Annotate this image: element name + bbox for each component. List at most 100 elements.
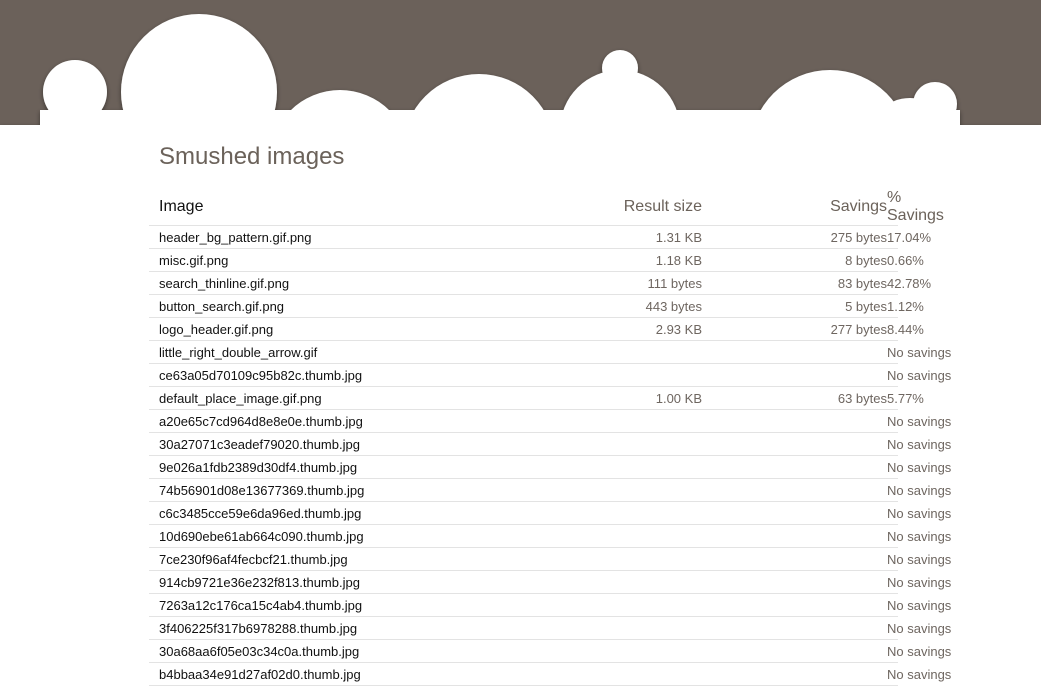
cell-result-size [554, 593, 702, 617]
cell-pct-savings: No savings [887, 524, 951, 548]
cell-savings [702, 616, 887, 640]
cell-image: 74b56901d08e13677369.thumb.jpg [149, 478, 554, 502]
smushed-images-table: Image Result size Savings % Savings head… [149, 189, 951, 686]
cell-image: logo_header.gif.png [149, 317, 554, 341]
cell-result-size [554, 432, 702, 456]
cell-pct-savings: 5.77% [887, 386, 924, 410]
cell-pct-savings: No savings [887, 593, 951, 617]
cell-savings: 275 bytes [702, 225, 887, 249]
cell-result-size [554, 340, 702, 364]
cell-result-size [554, 524, 702, 548]
cell-savings [702, 501, 887, 525]
cell-image: 7ce230f96af4fecbcf21.thumb.jpg [149, 547, 554, 571]
cell-pct-savings: 0.66% [887, 248, 924, 272]
cell-result-size [554, 409, 702, 433]
cell-result-size: 1.18 KB [554, 248, 702, 272]
cell-pct-savings: No savings [887, 432, 951, 456]
cell-result-size [554, 570, 702, 594]
table-row: button_search.gif.png 443 bytes 5 bytes 1.1… [149, 294, 924, 318]
cell-savings [702, 639, 887, 663]
cell-savings [702, 363, 887, 387]
table-row: 7263a12c176ca15c4ab4.thumb.jpg No savings [149, 593, 951, 617]
cell-pct-savings: 42.78% [887, 271, 931, 295]
cell-image: b4bbaa34e91d27af02d0.thumb.jpg [149, 662, 554, 686]
table-row: 30a27071c3eadef79020.thumb.jpg No savings [149, 432, 951, 456]
table-row: c6c3485cce59e6da96ed.thumb.jpg No savings [149, 501, 951, 525]
cell-savings [702, 409, 887, 433]
table-row: 3f406225f317b6978288.thumb.jpg No savings [149, 616, 951, 640]
page-title: Smushed images [159, 143, 345, 170]
cell-pct-savings: No savings [887, 501, 951, 525]
cell-image: 30a27071c3eadef79020.thumb.jpg [149, 432, 554, 456]
cell-image: 10d690ebe61ab664c090.thumb.jpg [149, 524, 554, 548]
cell-pct-savings: No savings [887, 570, 951, 594]
column-header-savings: Savings [702, 189, 887, 226]
cell-result-size [554, 501, 702, 525]
cell-savings [702, 593, 887, 617]
cell-savings [702, 432, 887, 456]
cell-savings: 5 bytes [702, 294, 887, 318]
cell-pct-savings: No savings [887, 639, 951, 663]
cell-savings: 277 bytes [702, 317, 887, 341]
cell-image: a20e65c7cd964d8e8e0e.thumb.jpg [149, 409, 554, 433]
main-content: Smushed images Image Result size Savings… [149, 141, 951, 686]
cell-result-size [554, 363, 702, 387]
cell-pct-savings: No savings [887, 478, 951, 502]
cell-savings [702, 340, 887, 364]
cell-result-size: 443 bytes [554, 294, 702, 318]
cell-result-size: 2.93 KB [554, 317, 702, 341]
table-row: b4bbaa34e91d27af02d0.thumb.jpg No savings [149, 662, 951, 686]
table-row: 30a68aa6f05e03c34c0a.thumb.jpg No savings [149, 639, 951, 663]
cell-pct-savings: 8.44% [887, 317, 924, 341]
cell-image: c6c3485cce59e6da96ed.thumb.jpg [149, 501, 554, 525]
table-row: 10d690ebe61ab664c090.thumb.jpg No savings [149, 524, 951, 548]
table-row: 9e026a1fdb2389d30df4.thumb.jpg No savings [149, 455, 951, 479]
cell-image: button_search.gif.png [149, 294, 554, 318]
cell-pct-savings: 1.12% [887, 294, 924, 318]
cell-savings [702, 662, 887, 686]
column-header-result-size: Result size [554, 189, 702, 226]
cell-pct-savings: No savings [887, 363, 951, 387]
cloud-header-banner [0, 0, 1041, 130]
cell-savings: 8 bytes [702, 248, 887, 272]
cell-pct-savings: No savings [887, 662, 951, 686]
table-row: 7ce230f96af4fecbcf21.thumb.jpg No savings [149, 547, 951, 571]
cell-result-size [554, 455, 702, 479]
cell-image: header_bg_pattern.gif.png [149, 225, 554, 249]
column-header-image: Image [149, 189, 554, 226]
cell-result-size [554, 662, 702, 686]
cell-pct-savings: No savings [887, 547, 951, 571]
cell-image: 3f406225f317b6978288.thumb.jpg [149, 616, 554, 640]
table-row: misc.gif.png 1.18 KB 8 bytes 0.66% [149, 248, 924, 272]
cell-image: little_right_double_arrow.gif [149, 340, 554, 364]
cell-pct-savings: 17.04% [887, 225, 931, 249]
table-row: 914cb9721e36e232f813.thumb.jpg No savings [149, 570, 951, 594]
cell-savings [702, 455, 887, 479]
cell-image: misc.gif.png [149, 248, 554, 272]
cell-result-size: 111 bytes [554, 271, 702, 295]
column-header-pct-savings: % Savings [887, 189, 944, 226]
cell-image: ce63a05d70109c95b82c.thumb.jpg [149, 363, 554, 387]
cell-result-size [554, 478, 702, 502]
cell-savings [702, 547, 887, 571]
table-header-row: Image Result size Savings % Savings [149, 189, 944, 226]
table-row: logo_header.gif.png 2.93 KB 277 bytes 8.44% [149, 317, 924, 341]
cell-savings [702, 524, 887, 548]
cell-image: search_thinline.gif.png [149, 271, 554, 295]
table-row: little_right_double_arrow.gif No savings [149, 340, 951, 364]
cell-result-size [554, 639, 702, 663]
cell-savings: 83 bytes [702, 271, 887, 295]
cell-pct-savings: No savings [887, 340, 951, 364]
cell-image: 7263a12c176ca15c4ab4.thumb.jpg [149, 593, 554, 617]
table-row: search_thinline.gif.png 111 bytes 83 bytes… [149, 271, 931, 295]
table-row: ce63a05d70109c95b82c.thumb.jpg No savings [149, 363, 951, 387]
table-row: header_bg_pattern.gif.png 1.31 KB 275 byte… [149, 225, 931, 249]
cell-image: 30a68aa6f05e03c34c0a.thumb.jpg [149, 639, 554, 663]
cell-image: 9e026a1fdb2389d30df4.thumb.jpg [149, 455, 554, 479]
table-row: 74b56901d08e13677369.thumb.jpg No savings [149, 478, 951, 502]
cell-result-size [554, 616, 702, 640]
table-row: a20e65c7cd964d8e8e0e.thumb.jpg No savings [149, 409, 951, 433]
cell-pct-savings: No savings [887, 616, 951, 640]
cell-pct-savings: No savings [887, 455, 951, 479]
cell-image: 914cb9721e36e232f813.thumb.jpg [149, 570, 554, 594]
